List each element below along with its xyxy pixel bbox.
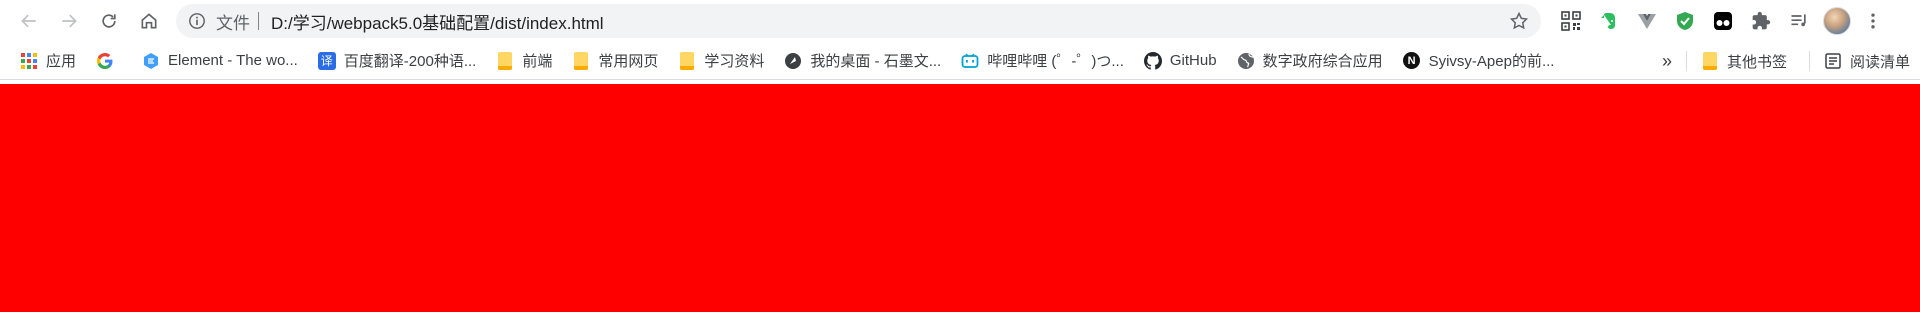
tampermonkey-extension[interactable]	[1707, 5, 1739, 37]
reading-list-icon	[1824, 52, 1842, 70]
extensions-button[interactable]	[1745, 5, 1777, 37]
divider	[1685, 51, 1687, 71]
folder-icon	[572, 51, 590, 70]
folder-icon	[1701, 52, 1719, 70]
bookmark-label: 学习资料	[704, 53, 765, 70]
red-box	[0, 84, 1920, 312]
arrow-left-icon	[21, 14, 36, 28]
address-bar[interactable]: 文件 D:/学习/webpack5.0基础配置/dist/index.html	[176, 4, 1541, 38]
browser-toolbar: 文件 D:/学习/webpack5.0基础配置/dist/index.html	[0, 0, 1920, 42]
url-text[interactable]: D:/学习/webpack5.0基础配置/dist/index.html	[271, 9, 604, 34]
profile-button[interactable]	[1821, 5, 1853, 37]
bilibili-icon	[961, 52, 979, 70]
forward-button[interactable]	[52, 4, 86, 38]
bookmark-syivsy[interactable]: N Syivsy-Apep的前...	[1397, 47, 1561, 75]
bookmark-label: 阅读清单	[1849, 53, 1910, 71]
bookmark-label: 其他书签	[1726, 53, 1787, 71]
globe-icon	[1237, 52, 1255, 70]
home-icon	[141, 13, 157, 29]
vue-devtools-extension[interactable]	[1631, 5, 1663, 37]
bookmark-folder-study[interactable]: 学习资料	[672, 47, 770, 75]
bookmark-label: 应用	[46, 53, 77, 70]
bookmark-folder-common[interactable]: 常用网页	[566, 47, 664, 75]
github-icon	[1143, 51, 1162, 70]
baidu-translate-icon: 译	[317, 51, 336, 70]
browser-window: 文件 D:/学习/webpack5.0基础配置/dist/index.html	[0, 0, 1920, 312]
star-icon	[1509, 11, 1529, 30]
bookmark-label: Syivsy-Apep的前...	[1428, 53, 1555, 70]
shield-extension[interactable]	[1669, 5, 1701, 37]
reading-list[interactable]: 阅读清单	[1818, 47, 1916, 75]
avatar	[1823, 7, 1851, 35]
bookmark-digital-gov[interactable]: 数字政府综合应用	[1231, 47, 1389, 75]
reload-button[interactable]	[92, 4, 126, 38]
reading-list-button[interactable]	[1783, 5, 1815, 37]
arrow-right-icon	[62, 14, 77, 28]
bookmark-label: 哔哩哔哩 (゜-゜)つ...	[987, 53, 1124, 70]
browser-menu-button[interactable]	[1859, 5, 1887, 37]
apps-grid-icon	[20, 52, 38, 70]
bookmark-bilibili[interactable]: 哔哩哔哩 (゜-゜)つ...	[955, 47, 1130, 75]
qr-code-icon	[1561, 11, 1581, 31]
bookmarks-right-group: 其他书签 阅读清单	[1678, 47, 1920, 75]
bookmark-label: 数字政府综合应用	[1262, 53, 1383, 70]
url-separator	[258, 12, 259, 30]
bookmark-github[interactable]: GitHub	[1138, 47, 1223, 75]
bookmark-label: 前端	[522, 53, 553, 70]
reload-icon	[102, 14, 116, 28]
url-scheme-label: 文件	[216, 13, 250, 33]
bookmark-star-button[interactable]	[1507, 9, 1531, 33]
divider	[1808, 51, 1810, 71]
home-button[interactable]	[132, 4, 166, 38]
evernote-icon	[1601, 13, 1615, 29]
folder-icon	[678, 51, 696, 70]
bookmark-label: Element - The wo...	[168, 52, 298, 69]
bookmark-label: 百度翻译-200种语...	[343, 53, 477, 70]
bookmark-label: GitHub	[1169, 52, 1217, 69]
extensions-area	[1555, 5, 1887, 37]
evernote-extension[interactable]	[1593, 5, 1625, 37]
page-viewport	[0, 84, 1920, 312]
bookmark-element[interactable]: Element - The wo...	[136, 47, 304, 75]
bookmark-google[interactable]	[90, 47, 128, 75]
tampermonkey-icon	[1714, 12, 1732, 30]
bookmarks-overflow-button[interactable]: »	[1655, 47, 1679, 75]
bookmark-other[interactable]: 其他书签	[1695, 47, 1793, 75]
bookmark-baidu-translate[interactable]: 译 百度翻译-200种语...	[312, 47, 483, 75]
folder-icon	[496, 51, 514, 70]
element-icon	[142, 52, 160, 70]
bookmark-folder-frontend[interactable]: 前端	[490, 47, 558, 75]
bookmarks-bar: 应用 Element - The wo... 译 百度翻译-200种语... 前…	[0, 42, 1920, 80]
bookmark-label: 常用网页	[598, 53, 659, 70]
google-icon	[96, 52, 114, 70]
info-icon[interactable]	[188, 12, 206, 30]
shield-check-icon	[1677, 12, 1693, 30]
bookmark-apps[interactable]: 应用	[14, 47, 82, 75]
vue-devtools-icon	[1638, 14, 1656, 29]
back-button[interactable]	[12, 4, 46, 38]
puzzle-icon	[1752, 11, 1771, 30]
shimo-icon	[784, 52, 802, 70]
qr-code-extension[interactable]	[1555, 5, 1587, 37]
bookmark-shimo[interactable]: 我的桌面 - 石墨文...	[778, 47, 947, 75]
more-vert-icon	[1871, 13, 1875, 29]
bookmark-label: 我的桌面 - 石墨文...	[810, 53, 942, 70]
reading-list-icon	[1791, 14, 1806, 27]
notion-icon: N	[1403, 52, 1421, 70]
